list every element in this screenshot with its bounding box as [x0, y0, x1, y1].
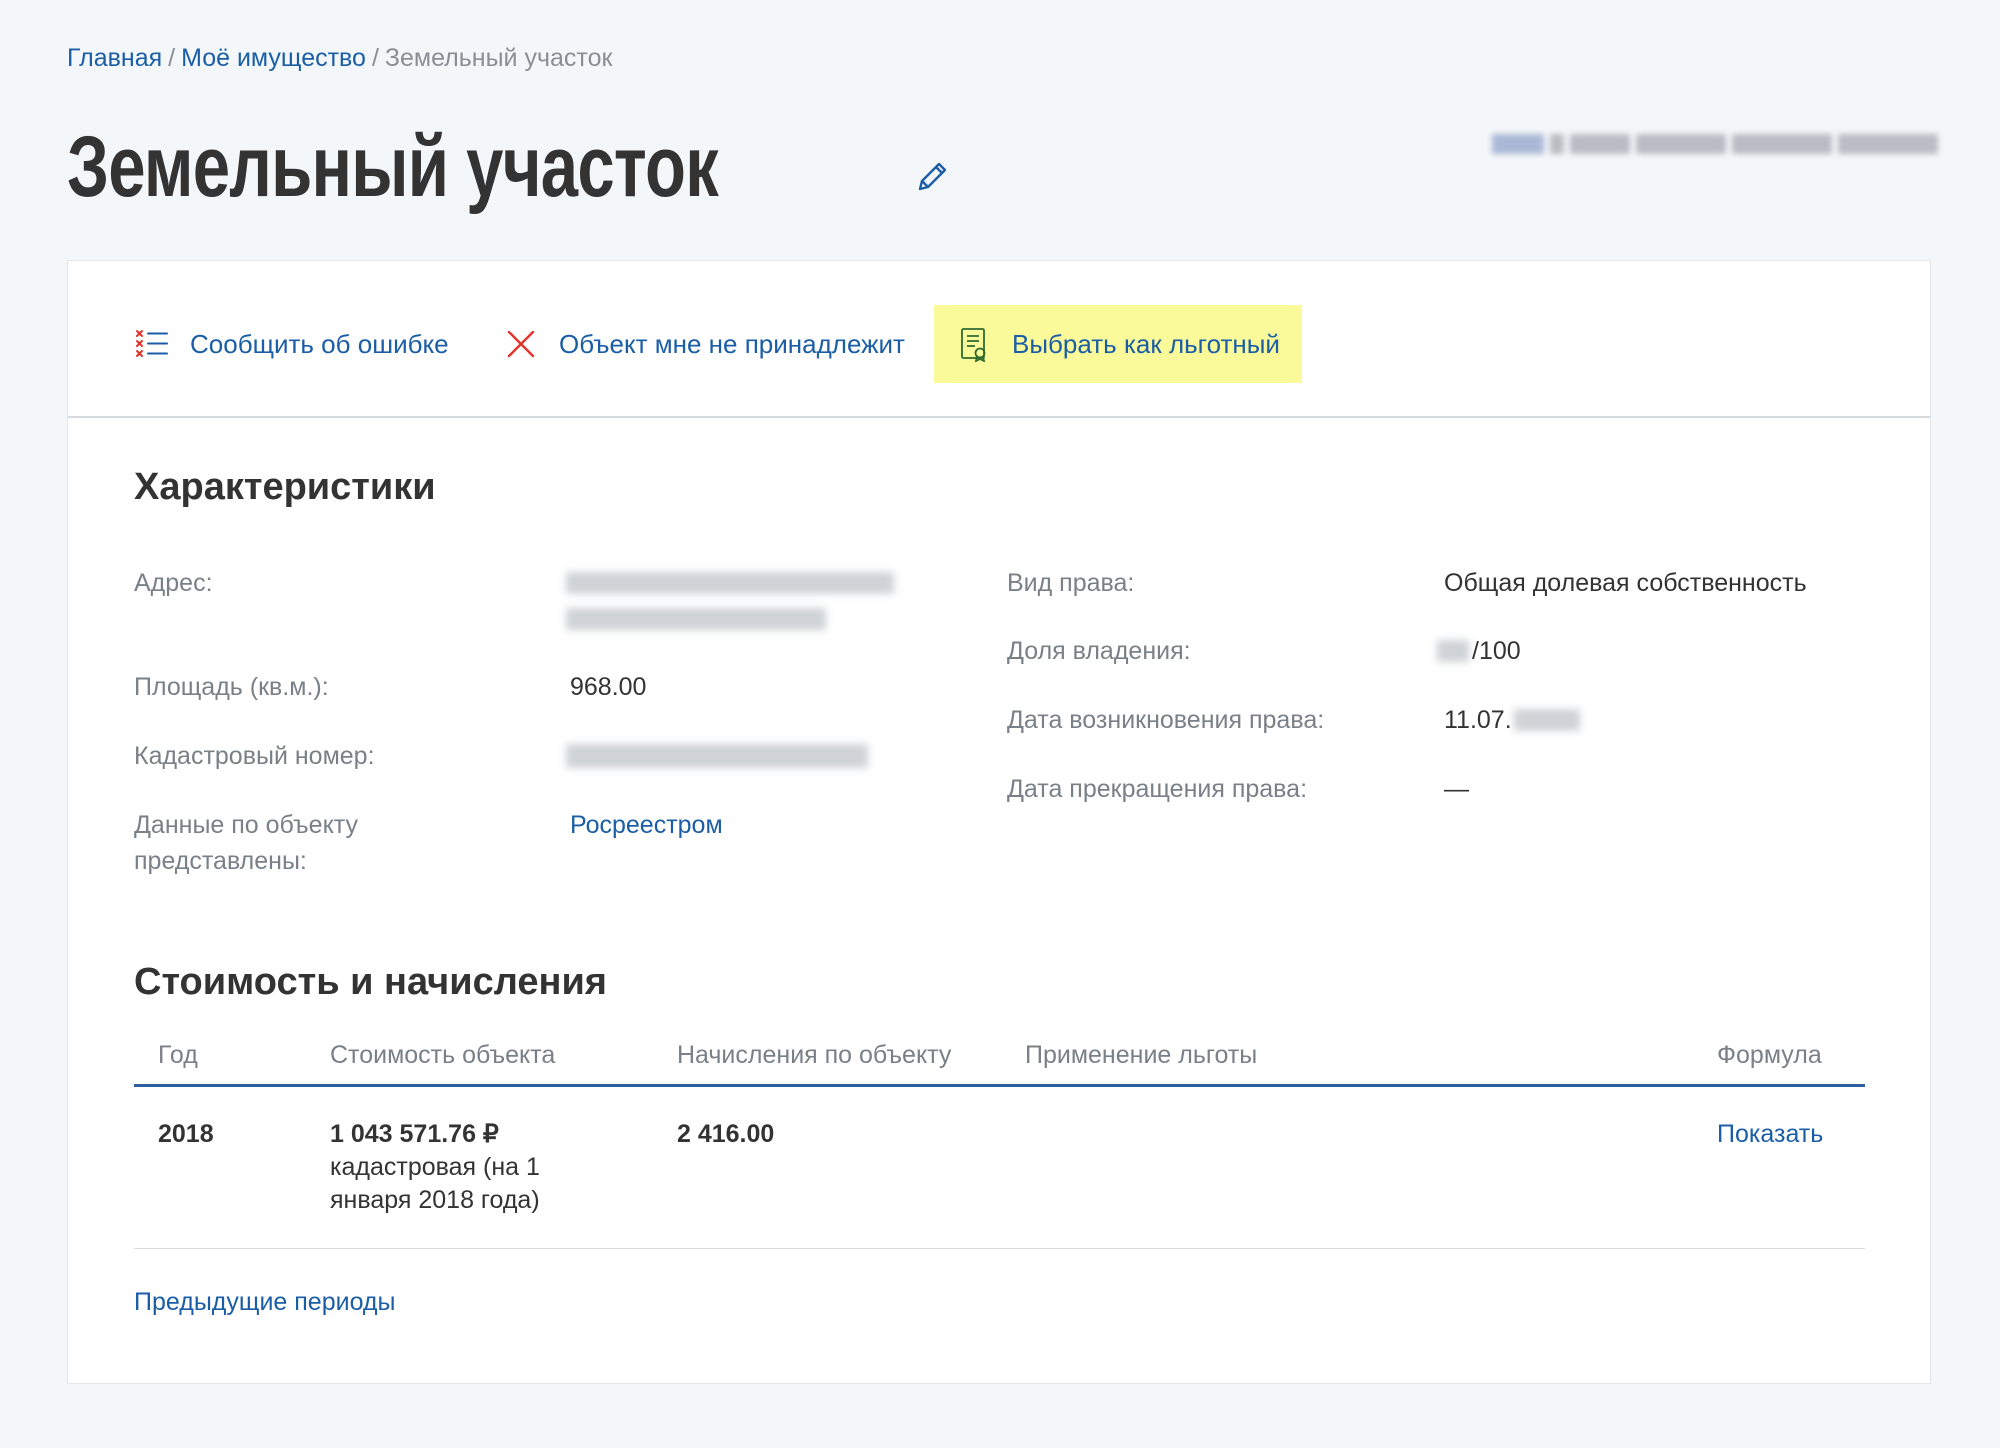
report-error-button[interactable]: Сообщить об ошибке [134, 305, 449, 383]
source-label-line2: представлены: [134, 847, 307, 875]
table-row-divider [134, 1248, 1865, 1249]
action-bar: Сообщить об ошибке Объект мне не принадл… [68, 261, 1930, 418]
row-value-note-line2: января 2018 года) [330, 1186, 540, 1214]
cadastral-label: Кадастровый номер: [134, 742, 375, 770]
not-mine-label: Объект мне не принадлежит [559, 328, 905, 359]
row-value-note-line1: кадастровая (на 1 [330, 1153, 540, 1181]
right-end-value: — [1444, 775, 1469, 803]
breadcrumb-current: Земельный участок [384, 44, 613, 72]
breadcrumb: Главная / Моё имущество / Земельный участок [67, 44, 612, 73]
address-value-blurred [566, 608, 826, 630]
page-header: Земельный участок [67, 118, 952, 217]
right-type-label: Вид права: [1007, 569, 1135, 597]
right-type-value: Общая долевая собственность [1444, 569, 1807, 597]
address-value-blurred [566, 572, 894, 594]
select-benefit-label: Выбрать как льготный [1012, 328, 1280, 359]
cadastral-value-blurred [566, 744, 868, 768]
column-formula: Формула [1717, 1041, 1822, 1069]
column-value: Стоимость объекта [330, 1041, 556, 1069]
report-error-label: Сообщить об ошибке [190, 328, 449, 359]
table-header-divider [134, 1084, 1865, 1087]
column-year: Год [158, 1041, 198, 1069]
breadcrumb-separator: / [168, 44, 176, 72]
address-label: Адрес: [134, 569, 213, 597]
cost-title: Стоимость и начисления [134, 961, 607, 1003]
characteristics-title: Характеристики [134, 466, 436, 508]
column-benefit: Применение льготы [1025, 1041, 1258, 1069]
share-value-blurred [1437, 640, 1469, 662]
row-charges: 2 416.00 [677, 1118, 774, 1151]
source-label: Данные по объекту представлены: [134, 807, 358, 879]
select-benefit-button[interactable]: Выбрать как льготный [934, 305, 1302, 383]
area-value: 968.00 [570, 673, 647, 701]
certificate-icon [956, 326, 992, 362]
breadcrumb-separator: / [371, 44, 379, 72]
row-year-value: 2018 [158, 1120, 214, 1148]
show-formula-link[interactable]: Показать [1717, 1118, 1823, 1151]
share-value: /100 [1472, 637, 1521, 665]
error-list-icon [134, 326, 170, 362]
share-label: Доля владения: [1007, 637, 1191, 665]
right-end-label: Дата прекращения права: [1007, 775, 1308, 803]
row-year: 2018 [158, 1118, 214, 1151]
user-name-blurred[interactable] [1492, 126, 1938, 162]
rosreestr-link[interactable]: Росреестром [570, 807, 723, 843]
right-start-value: 11.07. [1444, 706, 1512, 734]
page-title: Земельный участок [67, 119, 719, 215]
close-icon [503, 326, 539, 362]
row-value-amount: 1 043 571.76 ₽ [330, 1120, 499, 1148]
breadcrumb-property[interactable]: Моё имущество [181, 44, 366, 72]
pencil-icon[interactable] [912, 157, 952, 197]
row-value: 1 043 571.76 ₽ кадастровая (на 1 января … [330, 1118, 540, 1217]
previous-periods-link[interactable]: Предыдущие периоды [134, 1286, 395, 1319]
source-label-line1: Данные по объекту [134, 811, 359, 839]
right-start-year-blurred [1514, 709, 1580, 731]
right-start-label: Дата возникновения права: [1007, 706, 1325, 734]
column-charges: Начисления по объекту [677, 1041, 952, 1069]
breadcrumb-home[interactable]: Главная [67, 44, 162, 72]
row-charges-value: 2 416.00 [677, 1120, 775, 1148]
property-card: Сообщить об ошибке Объект мне не принадл… [67, 260, 1931, 1384]
area-label: Площадь (кв.м.): [134, 673, 329, 701]
not-mine-button[interactable]: Объект мне не принадлежит [503, 305, 905, 383]
